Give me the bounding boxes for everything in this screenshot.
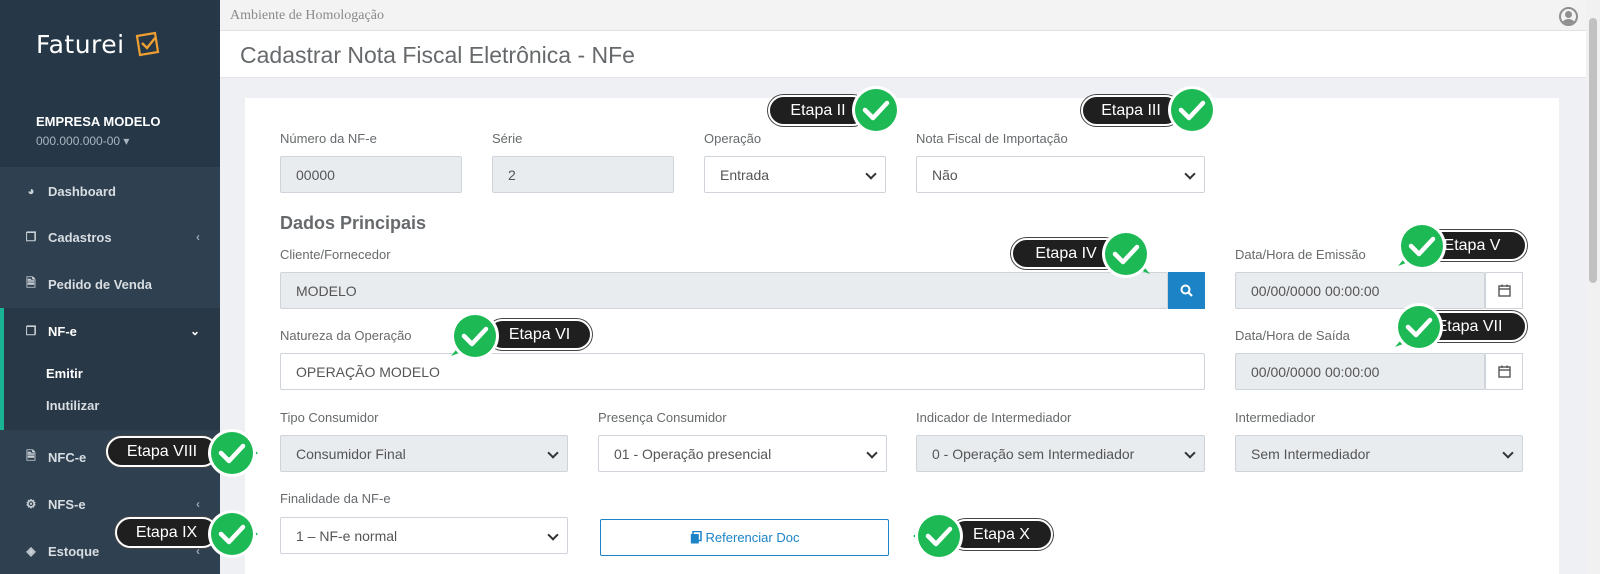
presenca-label: Presença Consumidor [598, 410, 727, 425]
referenciar-doc-label: Referenciar Doc [705, 530, 800, 545]
sidebar-item-label: NFC-e [48, 449, 87, 465]
gears-icon: ⚙ [25, 497, 37, 511]
saida-input[interactable]: 00/00/0000 00:00:00 [1235, 353, 1485, 390]
operacao-select[interactable]: Entrada [704, 156, 886, 193]
finalidade-label: Finalidade da NF-e [280, 491, 391, 506]
chevron-down-icon: ⌄ [189, 324, 200, 338]
tipo-consumidor-select[interactable]: Consumidor Final [280, 435, 568, 472]
page-title: Cadastrar Nota Fiscal Eletrônica - NFe [240, 42, 635, 68]
submenu-item-inutilizar[interactable]: Inutilizar [4, 390, 220, 422]
copy-icon [690, 531, 702, 544]
submenu-item-emitir[interactable]: Emitir [4, 358, 220, 390]
check-icon [1398, 222, 1446, 270]
etapa-tag: Etapa IX [115, 517, 218, 548]
sidebar-item-label: NFS-e [48, 496, 86, 512]
search-icon [1180, 284, 1193, 297]
serie-input[interactable]: 2 [492, 156, 674, 193]
sidebar-item-cadastros[interactable]: ❐ Cadastros ‹ [0, 214, 220, 260]
indicador-select[interactable]: 0 - Operação sem Intermediador [916, 435, 1205, 472]
file-icon: 🗎 [26, 275, 36, 290]
finalidade-select[interactable]: 1 – NF-e normal [280, 517, 568, 554]
check-icon [208, 429, 258, 477]
nfe-submenu: Emitir Inutilizar [0, 354, 220, 430]
saida-label: Data/Hora de Saída [1235, 328, 1350, 343]
check-icon [1168, 86, 1216, 134]
calendar-icon [1497, 365, 1511, 378]
sidebar-item-label: Pedido de Venda [48, 276, 153, 292]
cliente-label: Cliente/Fornecedor [280, 247, 391, 262]
caret-down-icon: ▾ [123, 134, 130, 148]
check-icon [913, 512, 963, 560]
check-icon [852, 86, 900, 134]
scrollbar-thumb[interactable] [1589, 18, 1597, 283]
etapa-tag: Etapa VIII [106, 436, 218, 467]
natureza-input[interactable]: OPERAÇÃO MODELO [280, 353, 1205, 390]
sidebar-item-dashboard[interactable]: ◕ Dashboard [0, 168, 220, 214]
copy-icon: ❐ [25, 324, 37, 338]
natureza-label: Natureza da Operação [280, 328, 412, 343]
emissao-input[interactable]: 00/00/0000 00:00:00 [1235, 272, 1485, 309]
dashboard-icon: ◕ [27, 184, 35, 198]
importacao-select[interactable]: Não [916, 156, 1205, 193]
check-icon [1102, 230, 1150, 278]
check-icon [208, 510, 258, 558]
serie-label: Série [492, 131, 523, 146]
logo-icon [135, 31, 159, 57]
environment-label: Ambiente de Homologação [230, 8, 384, 23]
check-icon [1395, 303, 1443, 351]
sidebar-item-label: Cadastros [48, 229, 112, 245]
referenciar-doc-button[interactable]: Referenciar Doc [600, 519, 889, 556]
emissao-calendar-button[interactable] [1485, 272, 1523, 309]
check-icon [451, 312, 499, 360]
scrollbar[interactable] [1586, 0, 1600, 574]
calendar-icon [1497, 284, 1511, 297]
search-button[interactable] [1168, 272, 1205, 309]
saida-calendar-button[interactable] [1485, 353, 1523, 390]
intermediador-select[interactable]: Sem Intermediador [1235, 435, 1523, 472]
sidebar-item-nfe[interactable]: ❐ NF-e ⌄ [0, 308, 220, 354]
tipo-consumidor-label: Tipo Consumidor [280, 410, 379, 425]
indicador-label: Indicador de Intermediador [916, 410, 1072, 425]
sidebar-item-label: Dashboard [48, 183, 116, 199]
chevron-left-icon: ‹ [196, 230, 200, 244]
etapa-tag: Etapa X [950, 519, 1053, 550]
file-icon: 🗎 [26, 448, 36, 463]
page-header: Cadastrar Nota Fiscal Eletrônica - NFe [220, 31, 1586, 78]
importacao-label: Nota Fiscal de Importação [916, 131, 1068, 146]
numero-label: Número da NF-e [280, 131, 377, 146]
company-name: EMPRESA MODELO [36, 114, 161, 129]
sidebar-item-label: NF-e [48, 323, 77, 339]
section-title: Dados Principais [280, 213, 427, 233]
cliente-input[interactable]: MODELO [280, 272, 1168, 309]
operacao-label: Operação [704, 131, 762, 146]
etapa-tag: Etapa VI [487, 319, 592, 350]
chevron-left-icon: ‹ [196, 497, 200, 511]
user-icon[interactable] [1559, 7, 1578, 26]
intermediador-label: Intermediador [1235, 410, 1316, 425]
company-cnpj[interactable]: 000.000.000-00 ▾ [36, 134, 220, 148]
numero-input[interactable]: 00000 [280, 156, 462, 193]
copy-icon: ❐ [25, 230, 37, 244]
brand-name: Faturei [36, 29, 125, 59]
brand[interactable]: Faturei [0, 0, 220, 88]
cube-icon: ◈ [26, 544, 36, 558]
sidebar-item-pedido-venda[interactable]: 🗎 Pedido de Venda [0, 261, 220, 307]
presenca-select[interactable]: 01 - Operação presencial [598, 435, 887, 472]
sidebar-item-label: Estoque [48, 543, 100, 559]
emissao-label: Data/Hora de Emissão [1235, 247, 1366, 262]
company-profile[interactable]: EMPRESA MODELO 000.000.000-00 ▾ [0, 88, 220, 167]
top-bar: Ambiente de Homologação [220, 0, 1586, 31]
